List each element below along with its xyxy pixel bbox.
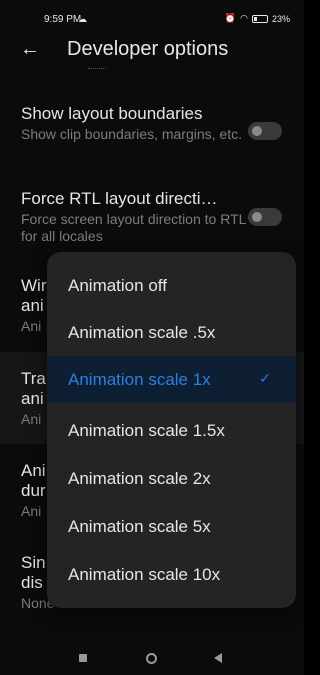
status-bar: 9:59 PM ☁ ⏰ ◠ 23% xyxy=(0,0,304,34)
menu-item-scale-2x[interactable]: Animation scale 2x xyxy=(47,455,296,502)
back-arrow-icon[interactable]: ← xyxy=(20,38,40,60)
cloud-icon: ☁ xyxy=(78,14,87,24)
menu-item-scale-1x[interactable]: Animation scale 1x ✓ xyxy=(47,356,296,403)
check-icon: ✓ xyxy=(259,370,271,386)
battery-icon xyxy=(251,14,268,23)
menu-item-animation-off[interactable]: Animation off xyxy=(47,262,296,309)
menu-item-scale-0-5x[interactable]: Animation scale .5x xyxy=(47,309,296,356)
wifi-icon: ◠ xyxy=(240,13,248,23)
alarm-icon: ⏰ xyxy=(224,13,237,23)
page-title: Developer options xyxy=(67,38,229,60)
setting-subtitle: Show clip boundaries, margins, etc. xyxy=(21,126,242,142)
home-icon[interactable] xyxy=(146,653,157,664)
menu-item-scale-1-5x[interactable]: Animation scale 1.5x xyxy=(47,407,296,454)
back-icon[interactable] xyxy=(214,653,222,663)
status-time: 9:59 PM xyxy=(44,14,82,25)
status-icons: ⏰ ◠ 23% xyxy=(225,13,290,24)
menu-item-scale-10x[interactable]: Animation scale 10x xyxy=(47,551,296,598)
setting-subtitle: Force screen layout direction to RTL for… xyxy=(21,211,246,244)
menu-item-scale-5x[interactable]: Animation scale 5x xyxy=(47,503,296,550)
setting-title: Show layout boundaries xyxy=(21,104,203,123)
toggle-show-layout-boundaries[interactable] xyxy=(248,122,282,140)
setting-title: Force RTL layout directi… xyxy=(21,189,218,208)
navigation-bar xyxy=(0,640,304,675)
partial-item-divider xyxy=(88,68,106,74)
screen: 9:59 PM ☁ ⏰ ◠ 23% ← Developer options Sh… xyxy=(0,0,304,675)
animation-scale-menu: Animation off Animation scale .5x Animat… xyxy=(47,252,296,608)
app-header: ← Developer options xyxy=(0,34,304,70)
setting-show-layout-boundaries[interactable]: Show layout boundaries Show clip boundar… xyxy=(21,104,261,143)
setting-force-rtl[interactable]: Force RTL layout directi… Force screen l… xyxy=(21,189,261,245)
toggle-force-rtl[interactable] xyxy=(248,208,282,226)
menu-item-label: Animation scale 1x xyxy=(68,369,211,389)
recents-icon[interactable] xyxy=(79,654,87,662)
battery-percent: 23% xyxy=(271,13,290,24)
